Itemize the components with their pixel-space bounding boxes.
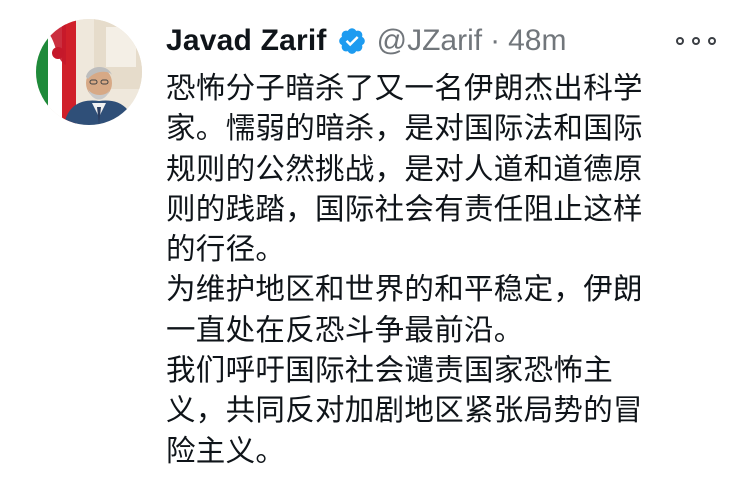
tweet-text-line: 恐怖分子暗杀了又一名伊朗杰出科学 — [166, 71, 643, 105]
more-dot — [692, 37, 700, 45]
more-dot — [708, 37, 716, 45]
tweet-text: 恐怖分子暗杀了又一名伊朗杰出科学 家。懦弱的暗杀，是对国际法和国际 规则的公然挑… — [166, 68, 734, 471]
tweet-text-line: 我们呼吁国际社会谴责国家恐怖主 — [166, 353, 614, 388]
profile-photo-icon — [36, 19, 142, 125]
tweet-header: Javad Zarif @JZarif · 48m — [166, 20, 726, 62]
tweet-text-line: 险主义。 — [166, 433, 286, 468]
tweet-text-line: 的行径。 — [166, 232, 286, 267]
tweet-text-line: 为维护地区和世界的和平稳定，伊朗 — [166, 272, 643, 307]
tweet[interactable]: Javad Zarif @JZarif · 48m 恐怖分子暗杀了又一名伊朗杰出… — [0, 0, 748, 490]
display-name[interactable]: Javad Zarif — [166, 24, 327, 58]
more-dot — [676, 37, 684, 45]
verified-badge-icon — [338, 28, 365, 54]
tweet-text-line: 义，共同反对加剧地区紧张局势的冒 — [166, 393, 643, 428]
separator-dot: · — [490, 24, 501, 57]
tweet-text-line: 家。懦弱的暗杀，是对国际法和国际 — [166, 111, 643, 146]
avatar[interactable] — [36, 19, 142, 125]
tweet-text-line: 则的践踏，国际社会有责任阻止这样 — [166, 191, 643, 226]
tweet-text-line: 规则的公然挑战，是对人道和道德原 — [166, 151, 643, 186]
more-options-icon[interactable] — [676, 34, 716, 48]
tweet-text-line: 一直处在反恐斗争最前沿。 — [166, 312, 524, 347]
timestamp[interactable]: 48m — [508, 24, 566, 58]
handle[interactable]: @JZarif — [377, 24, 482, 58]
